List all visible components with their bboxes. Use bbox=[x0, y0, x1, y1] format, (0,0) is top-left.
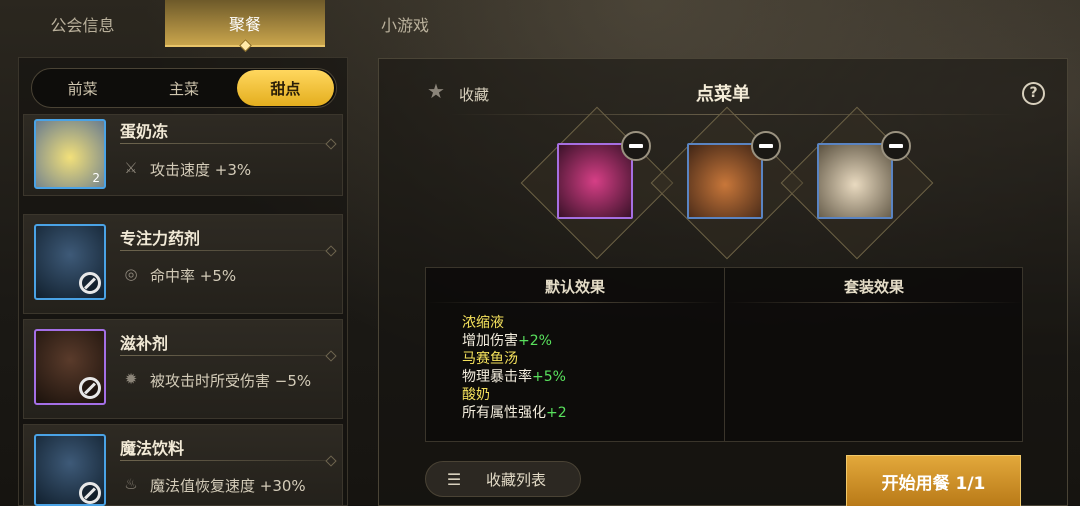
category-label: 主菜 bbox=[168, 79, 199, 98]
menu-slot[interactable] bbox=[780, 106, 934, 260]
divider bbox=[120, 355, 332, 356]
target-icon: ◎ bbox=[124, 265, 138, 283]
effect-source: 马赛鱼汤 bbox=[462, 351, 518, 367]
effect-source: 浓缩液 bbox=[462, 315, 504, 331]
potion-icon: ♨ bbox=[124, 475, 138, 493]
effect-stat: 物理暴击率 bbox=[462, 369, 532, 385]
dish-effect: 魔法值恢复速度 +30% bbox=[150, 477, 306, 495]
dish-effect: 命中率 +5% bbox=[150, 267, 237, 285]
favorite-list-button[interactable]: ☰ 收藏列表 bbox=[425, 461, 581, 497]
effects-box: 默认效果 浓缩液 增加伤害+2% 马赛鱼汤 物理暴击率+5% 酸奶 所有属性强化… bbox=[425, 267, 1023, 442]
dish-item[interactable]: 2 蛋奶冻 ⚔ 攻击速度 +3% bbox=[23, 114, 343, 196]
favorite-list-label: 收藏列表 bbox=[486, 470, 547, 489]
dish-name: 滋补剂 bbox=[120, 334, 169, 353]
effect-value: +2% bbox=[518, 333, 552, 349]
list-icon: ☰ bbox=[446, 469, 462, 489]
menu-panel: ★ 收藏 点菜单 ? 默认效果 浓缩液 增加伤害+2% 马赛鱼汤 物理暴击率+5… bbox=[378, 58, 1068, 506]
unavailable-icon bbox=[79, 482, 101, 504]
unavailable-icon bbox=[79, 272, 101, 294]
dish-item[interactable]: 魔法饮料 ♨ 魔法值恢复速度 +30% bbox=[23, 424, 343, 506]
effect-value: +2 bbox=[546, 405, 567, 421]
effect-list: 浓缩液 增加伤害+2% 马赛鱼汤 物理暴击率+5% 酸奶 所有属性强化+2 bbox=[462, 314, 567, 422]
dish-item[interactable]: 滋补剂 ✹ 被攻击时所受伤害 −5% bbox=[23, 319, 343, 419]
focus-potion-image bbox=[34, 224, 106, 300]
dish-list-panel: 前菜 主菜 甜点 2 蛋奶冻 ⚔ 攻击速度 +3% 专注力药剂 ◎ 命中率 +5… bbox=[18, 57, 348, 506]
menu-slot[interactable] bbox=[520, 106, 674, 260]
set-effects-title: 套装效果 bbox=[843, 278, 904, 296]
help-icon[interactable]: ? bbox=[1022, 82, 1045, 105]
divider bbox=[120, 460, 332, 461]
menu-slot[interactable] bbox=[650, 106, 804, 260]
dish-effect: 攻击速度 +3% bbox=[150, 161, 252, 179]
tab-minigame[interactable]: 小游戏 bbox=[325, 0, 485, 47]
category-dessert[interactable]: 甜点 bbox=[236, 70, 334, 106]
dish-item[interactable]: 专注力药剂 ◎ 命中率 +5% bbox=[23, 214, 343, 314]
concentrate-image bbox=[557, 143, 633, 219]
start-meal-label: 开始用餐 1/1 bbox=[881, 473, 986, 494]
unavailable-icon bbox=[79, 377, 101, 399]
remove-icon[interactable] bbox=[751, 131, 781, 161]
remove-icon[interactable] bbox=[881, 131, 911, 161]
effect-line: 所有属性强化+2 bbox=[462, 404, 567, 422]
effect-stat: 增加伤害 bbox=[462, 333, 518, 349]
category-main[interactable]: 主菜 bbox=[135, 70, 232, 106]
menu-title: 点菜单 bbox=[696, 84, 750, 105]
dish-name: 专注力药剂 bbox=[120, 229, 201, 248]
tonic-image bbox=[34, 329, 106, 405]
fish-soup-image bbox=[687, 143, 763, 219]
yogurt-image bbox=[817, 143, 893, 219]
custard-image: 2 bbox=[34, 119, 106, 189]
sword-icon: ⚔ bbox=[124, 159, 138, 177]
divider bbox=[725, 302, 1023, 303]
tab-label: 公会信息 bbox=[50, 15, 115, 35]
menu-header: ★ 收藏 点菜单 ? bbox=[379, 59, 1067, 115]
set-effects-column: 套装效果 bbox=[725, 268, 1023, 441]
default-effects-title: 默认效果 bbox=[544, 278, 605, 296]
category-switch: 前菜 主菜 甜点 bbox=[31, 68, 337, 108]
top-tab-bar: 公会信息 聚餐 小游戏 bbox=[0, 0, 1080, 52]
item-count: 2 bbox=[92, 171, 100, 185]
tab-guild-info[interactable]: 公会信息 bbox=[0, 0, 165, 47]
effect-line: 增加伤害+2% bbox=[462, 332, 567, 350]
effect-stat: 所有属性强化 bbox=[462, 405, 546, 421]
divider bbox=[120, 250, 332, 251]
dish-name: 魔法饮料 bbox=[120, 439, 185, 458]
default-effects-column: 默认效果 浓缩液 增加伤害+2% 马赛鱼汤 物理暴击率+5% 酸奶 所有属性强化… bbox=[426, 268, 724, 441]
divider bbox=[120, 143, 332, 144]
magic-drink-image bbox=[34, 434, 106, 506]
tab-dinner[interactable]: 聚餐 bbox=[165, 0, 325, 52]
effect-value: +5% bbox=[532, 369, 566, 385]
tab-label: 聚餐 bbox=[228, 14, 261, 34]
tab-label: 小游戏 bbox=[380, 15, 429, 35]
dish-name: 蛋奶冻 bbox=[120, 122, 169, 141]
category-appetizer[interactable]: 前菜 bbox=[34, 70, 131, 106]
category-label: 前菜 bbox=[67, 79, 98, 98]
dish-effect: 被攻击时所受伤害 −5% bbox=[150, 372, 312, 390]
category-label: 甜点 bbox=[270, 79, 301, 98]
divider bbox=[426, 302, 724, 303]
remove-icon[interactable] bbox=[621, 131, 651, 161]
effect-source: 酸奶 bbox=[462, 387, 490, 403]
start-meal-button[interactable]: 开始用餐 1/1 bbox=[846, 455, 1021, 506]
effect-line: 物理暴击率+5% bbox=[462, 368, 567, 386]
spiky-icon: ✹ bbox=[124, 370, 138, 388]
